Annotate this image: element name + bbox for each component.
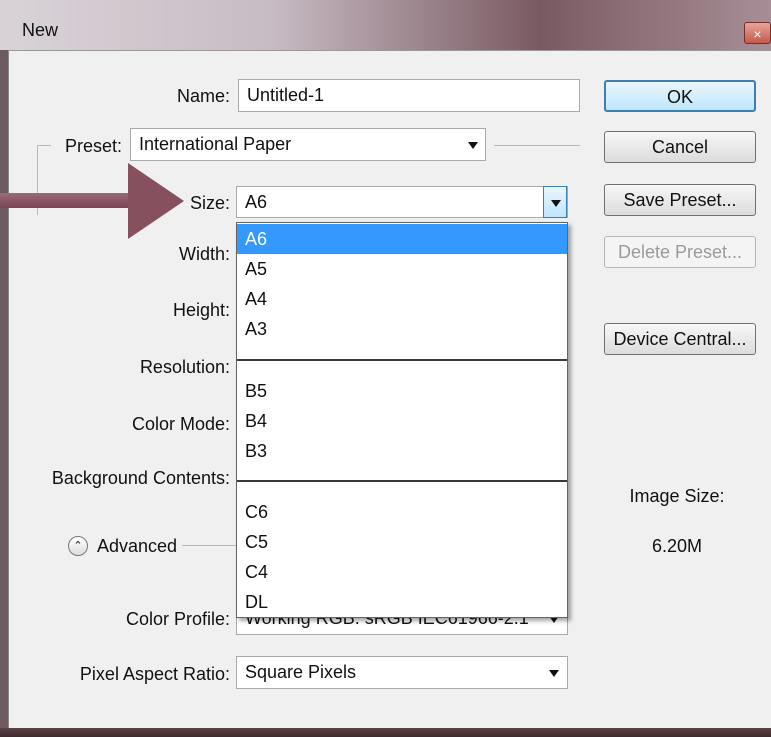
preset-chevron-down-icon xyxy=(468,142,478,149)
height-label: Height: xyxy=(172,300,230,320)
advanced-toggle-button[interactable]: ⌃ xyxy=(68,536,88,556)
name-input[interactable]: Untitled-1 xyxy=(238,79,580,112)
window-bottom-edge xyxy=(0,728,771,737)
size-dropdown-button[interactable] xyxy=(543,186,567,218)
cancel-button[interactable]: Cancel xyxy=(604,131,756,163)
resolution-label: Resolution: xyxy=(139,357,230,377)
double-chevron-up-icon: ⌃ xyxy=(73,540,83,552)
device-central-button[interactable]: Device Central... xyxy=(604,323,756,355)
preset-group-top-right xyxy=(494,145,580,146)
size-option-c6[interactable]: C6 xyxy=(237,497,567,527)
pixel-aspect-chevron-down-icon xyxy=(549,670,559,677)
size-option-a6[interactable]: A6 xyxy=(237,224,567,254)
size-select[interactable]: A6 xyxy=(236,186,568,218)
size-option-c5[interactable]: C5 xyxy=(237,527,567,557)
chevron-down-icon xyxy=(551,200,561,207)
save-preset-button[interactable]: Save Preset... xyxy=(604,184,756,216)
size-option-a5[interactable]: A5 xyxy=(237,254,567,284)
preset-group-top-left xyxy=(37,145,51,146)
color-mode-label: Color Mode: xyxy=(131,414,230,434)
advanced-rule xyxy=(182,545,236,546)
image-size-value: 6.20M xyxy=(651,536,703,556)
size-dropdown-list: A6 A5 A4 A3 B5 B4 B3 C6 C5 C4 DL xyxy=(236,222,568,618)
advanced-label: Advanced xyxy=(97,536,178,556)
title-bar: New × xyxy=(0,0,771,50)
close-button[interactable]: × xyxy=(744,22,771,44)
background-contents-label: Background Contents: xyxy=(51,468,230,488)
size-option-a3[interactable]: A3 xyxy=(237,314,567,344)
size-option-c4[interactable]: C4 xyxy=(237,557,567,587)
preset-label: Preset: xyxy=(64,136,122,156)
size-option-b3[interactable]: B3 xyxy=(237,436,567,466)
pixel-aspect-select[interactable]: Square Pixels xyxy=(236,656,568,689)
pixel-aspect-label: Pixel Aspect Ratio: xyxy=(79,664,230,684)
dropdown-separator xyxy=(237,359,567,361)
preset-select[interactable]: International Paper xyxy=(130,128,486,161)
size-option-b4[interactable]: B4 xyxy=(237,406,567,436)
window-title: New xyxy=(22,20,59,40)
size-option-a4[interactable]: A4 xyxy=(237,284,567,314)
dropdown-separator xyxy=(237,480,567,482)
size-option-b5[interactable]: B5 xyxy=(237,376,567,406)
pixel-aspect-value: Square Pixels xyxy=(245,662,357,682)
size-label: Size: xyxy=(189,193,230,213)
preset-select-value: International Paper xyxy=(139,134,292,154)
image-size-label: Image Size: xyxy=(629,486,725,506)
close-icon: × xyxy=(753,26,762,42)
name-label: Name: xyxy=(176,86,230,106)
size-select-value: A6 xyxy=(245,192,268,212)
size-option-dl[interactable]: DL xyxy=(237,587,567,617)
annotation-arrow-shaft xyxy=(0,193,146,208)
delete-preset-button: Delete Preset... xyxy=(604,236,756,268)
width-label: Width: xyxy=(178,244,230,264)
ok-button[interactable]: OK xyxy=(604,80,756,112)
color-profile-label: Color Profile: xyxy=(125,609,230,629)
